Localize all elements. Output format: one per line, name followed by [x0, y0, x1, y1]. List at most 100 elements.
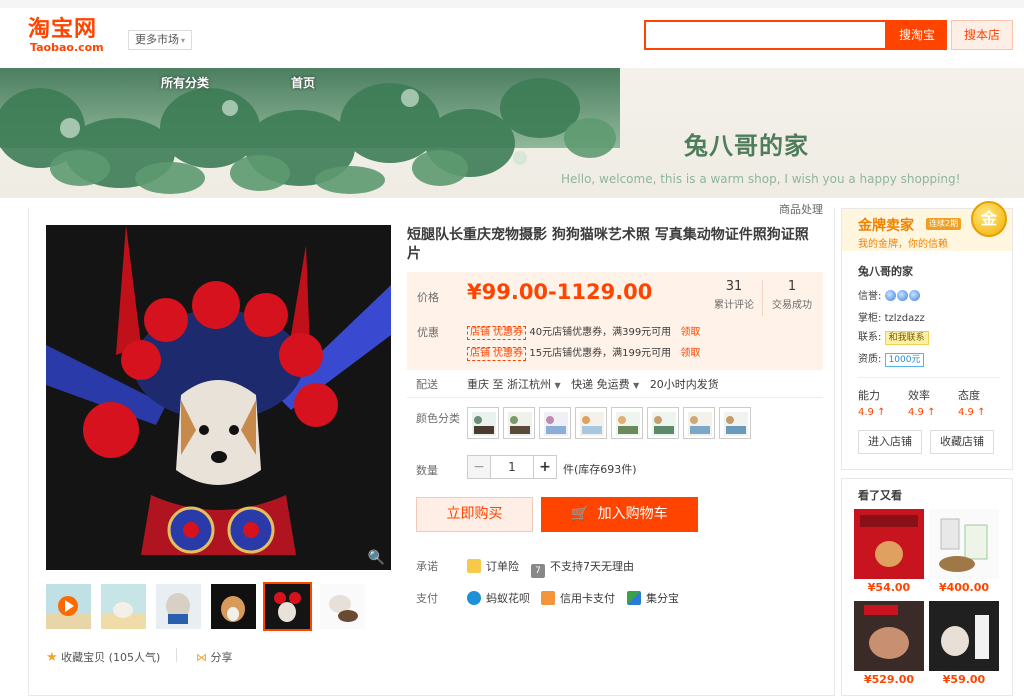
taobao-logo[interactable]: 淘宝网 Taobao.com [28, 18, 104, 54]
pay-jifenbao-label: 集分宝 [646, 592, 679, 605]
quantity-input[interactable]: 1 [491, 455, 533, 479]
gold-seller-subtitle: 我的金牌，你的信赖 [858, 239, 948, 250]
chevron-down-icon: ▼ [554, 381, 561, 390]
pay-huabei-label: 蚂蚁花呗 [486, 592, 530, 605]
thumbnail-2[interactable] [101, 584, 146, 629]
nav-all-categories[interactable]: 所有分类 [161, 74, 209, 91]
nav-home[interactable]: 首页 [291, 74, 315, 91]
share-button[interactable]: ⋈ 分享 [196, 649, 233, 665]
recommended-item-4[interactable] [929, 601, 999, 671]
sales-count-value: 1 [787, 279, 797, 294]
delivery-label: 配送 [416, 378, 438, 391]
quantity-label: 数量 [416, 464, 438, 477]
star-icon: ★ [46, 650, 58, 665]
coupon-row-2: 店铺 优惠券 15元店铺优惠券，满199元可用 领取 [467, 344, 700, 361]
diamond-icon [908, 290, 920, 301]
score-value: 4.9 ↑ [958, 407, 986, 418]
quantity-increase-button[interactable]: + [533, 455, 557, 479]
claim-coupon-link[interactable]: 领取 [680, 327, 700, 338]
quantity-decrease-button[interactable]: − [467, 455, 491, 479]
keeper-name: tzlzdazz [884, 313, 925, 324]
enter-store-button[interactable]: 进入店铺 [858, 430, 922, 454]
color-option-8[interactable] [719, 407, 751, 439]
promise-label: 承诺 [416, 560, 438, 573]
color-option-5[interactable] [611, 407, 643, 439]
coupon-row-1: 店铺 优惠券 40元店铺优惠券，满399元可用 领取 [467, 323, 700, 340]
color-option-2[interactable] [503, 407, 535, 439]
score-label: 态度 [958, 389, 980, 402]
main-product-image[interactable]: 🔍 [46, 225, 391, 570]
thumbnail-6[interactable] [320, 584, 365, 629]
thumbnail-5-selected[interactable] [263, 582, 312, 631]
coupon-tag: 店铺 优惠券 [467, 347, 527, 361]
contact-seller-button[interactable]: 和我联系 [884, 331, 929, 345]
favorite-label: 收藏宝贝 (105人气) [61, 651, 161, 664]
color-option-1[interactable] [467, 407, 499, 439]
promo-label: 优惠 [417, 326, 439, 339]
shop-banner: 所有分类 首页 兔八哥的家 Hello, welcome, this is a … [0, 68, 1024, 198]
buy-now-button[interactable]: 立即购买 [416, 497, 533, 532]
seller-card: 金牌卖家 连续2期 我的金牌，你的信赖 金 兔八哥的家 信誉: 掌柜: tzlz… [841, 201, 1013, 470]
delivery-destination-dropdown[interactable]: 浙江杭州 ▼ [507, 378, 561, 391]
search-taobao-button[interactable]: 搜淘宝 [887, 20, 947, 50]
no-return-icon: 7 [531, 564, 545, 578]
recommended-item-2[interactable] [929, 509, 999, 579]
delivery-destination: 浙江杭州 [507, 378, 551, 391]
thumbnail-1[interactable] [46, 584, 91, 629]
promise-no-return-label: 不支持7天无理由 [550, 560, 634, 573]
color-label: 颜色分类 [416, 412, 460, 425]
promise-insurance[interactable]: 订单险 [467, 558, 519, 574]
diamond-icon [896, 290, 908, 301]
shop-slogan: Hello, welcome, this is a warm shop, I w… [561, 172, 961, 186]
thumbnail-3[interactable] [156, 584, 201, 629]
deposit-badge[interactable]: 1000元 [884, 353, 925, 367]
pay-huabei[interactable]: 蚂蚁花呗 [467, 590, 530, 606]
review-count[interactable]: 31 累计评论 [705, 279, 763, 311]
review-count-label: 累计评论 [714, 300, 754, 311]
color-option-7[interactable] [683, 407, 715, 439]
recommended-item-1[interactable] [854, 509, 924, 579]
contact-label: 联系: [858, 332, 882, 343]
color-option-4[interactable] [575, 407, 607, 439]
price-value: ¥99.00-1129.00 [467, 280, 653, 304]
color-option-3[interactable] [539, 407, 571, 439]
coupon-text: 40元店铺优惠券，满399元可用 [529, 327, 672, 338]
zoom-icon[interactable]: 🔍 [368, 550, 385, 566]
seller-contact: 联系: 和我联系 [858, 328, 929, 345]
product-process-link[interactable]: 商品处理 [779, 201, 823, 217]
also-viewed-panel: 看了又看 ¥54.00 ¥400.00 ¥529.00 ¥59.00 [841, 478, 1013, 696]
huabei-icon [467, 591, 481, 605]
share-icon: ⋈ [196, 651, 207, 664]
pay-credit-card[interactable]: 信用卡支付 [541, 590, 615, 606]
coupon-text: 15元店铺优惠券，满199元可用 [529, 348, 672, 359]
seller-name[interactable]: 兔八哥的家 [858, 263, 913, 279]
shipping-method-dropdown[interactable]: 快递 免运费 ▼ [571, 378, 639, 391]
recommended-price-2: ¥400.00 [938, 581, 990, 594]
search-input[interactable] [644, 20, 887, 50]
pay-jifenbao[interactable]: 集分宝 [627, 590, 679, 606]
coupon-tag: 店铺 优惠券 [467, 326, 527, 340]
favorite-item-button[interactable]: ★ 收藏宝贝 (105人气) [46, 649, 160, 665]
favorite-store-button[interactable]: 收藏店铺 [930, 430, 994, 454]
search-store-button[interactable]: 搜本店 [951, 20, 1013, 50]
divider [858, 377, 1000, 378]
product-title: 短腿队长重庆宠物摄影 狗狗猫咪艺术照 写真集动物证件照狗证照片 [407, 227, 809, 262]
thumbnail-4[interactable] [211, 584, 256, 629]
sales-count-label: 交易成功 [772, 300, 812, 311]
price-label: 价格 [417, 291, 439, 304]
shipping-method: 快递 免运费 [571, 378, 630, 391]
gold-seller-badge: 连续2期 [926, 218, 962, 230]
divider [176, 648, 177, 662]
seller-credit: 信誉: [858, 287, 921, 302]
insurance-icon [467, 559, 481, 573]
claim-coupon-link[interactable]: 领取 [680, 348, 700, 359]
promise-no-return[interactable]: 7 不支持7天无理由 [531, 558, 634, 578]
more-markets-dropdown[interactable]: 更多市场 ▾ [128, 30, 193, 50]
score-efficiency: 效率 4.9 ↑ [908, 387, 958, 418]
color-option-6[interactable] [647, 407, 679, 439]
diamond-icon [884, 290, 896, 301]
more-markets-label: 更多市场 [135, 33, 179, 46]
add-to-cart-button[interactable]: 🛒 加入购物车 [541, 497, 698, 532]
recommended-item-3[interactable] [854, 601, 924, 671]
keeper-label: 掌柜: [858, 313, 882, 324]
